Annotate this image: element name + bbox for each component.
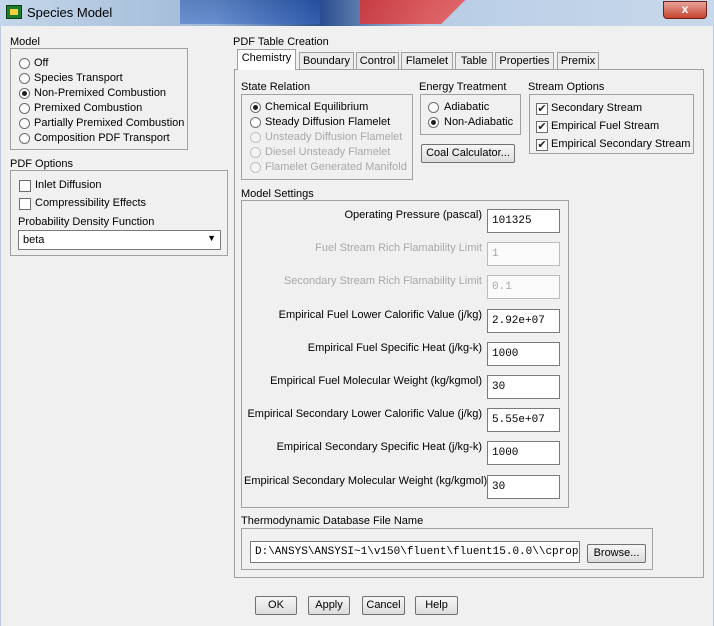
stream-option-label: Empirical Fuel Stream [551,120,660,132]
tab-control[interactable]: Control [356,52,399,70]
state-relation-option-label: Steady Diffusion Flamelet [265,116,391,128]
compressibility-effects-label: Compressibility Effects [35,197,147,209]
stream-option-label: Empirical Secondary Stream [551,138,691,150]
setting-label-empirical-fuel-molecular-weight-kg-kgmol: Empirical Fuel Molecular Weight (kg/kgmo… [270,375,482,387]
setting-input-empirical-secondary-lower-calorific-value-j-kg[interactable]: 5.55e+07 [487,408,560,433]
setting-input-empirical-fuel-specific-heat-j-kg-k[interactable]: 1000 [487,341,560,366]
stream-option-label: Secondary Stream [551,102,643,114]
state-relation-label: State Relation [241,81,311,93]
thermo-database-label: Thermodynamic Database File Name [241,515,424,527]
pdf-options-label: PDF Options [10,158,73,170]
tab-properties[interactable]: Properties [495,52,554,70]
energy-option-label: Non-Adiabatic [444,116,514,128]
inlet-diffusion-checkbox[interactable] [19,180,31,192]
energy-option-label: Adiabatic [444,101,490,113]
state-relation-radio-steady-diffusion-flamelet[interactable] [250,117,261,128]
stream-checkbox-empirical-fuel-stream[interactable]: ✔ [536,121,548,133]
cancel-button[interactable]: Cancel [362,596,405,615]
model-option-label: Species Transport [34,72,123,84]
pdf-function-label: Probability Density Function [18,216,155,228]
model-radio-composition-pdf-transport[interactable] [19,133,30,144]
state-relation-option-label: Diesel Unsteady Flamelet [265,146,391,158]
pdf-table-creation-label: PDF Table Creation [233,36,329,48]
ok-button[interactable]: OK [255,596,297,615]
setting-label-empirical-fuel-lower-calorific-value-j-kg: Empirical Fuel Lower Calorific Value (j/… [278,308,482,321]
model-radio-species-transport[interactable] [19,73,30,84]
energy-treatment-label: Energy Treatment [419,81,507,93]
window-title: Species Model [27,5,113,20]
tab-flamelet[interactable]: Flamelet [401,52,453,70]
setting-input-empirical-fuel-lower-calorific-value-j-kg[interactable]: 2.92e+07 [487,308,560,333]
fluent-app-icon [6,5,22,19]
state-relation-radio-unsteady-diffusion-flamelet[interactable] [250,132,261,143]
state-relation-option-label: Flamelet Generated Manifold [265,161,407,173]
energy-radio-non-adiabatic[interactable] [428,117,439,128]
setting-input-empirical-secondary-molecular-weight-kg-kgmol[interactable]: 30 [487,474,560,499]
model-radio-premixed-combustion[interactable] [19,103,30,114]
setting-input-operating-pressure-pascal[interactable]: 101325 [487,209,560,233]
state-relation-radio-flamelet-generated-manifold[interactable] [250,162,261,173]
setting-input-empirical-secondary-specific-heat-j-kg-k[interactable]: 1000 [487,441,560,466]
setting-label-secondary-stream-rich-flamability-limit: Secondary Stream Rich Flamability Limit [283,275,482,288]
setting-label-empirical-secondary-molecular-weight-kg-kgmol: Empirical Secondary Molecular Weight (kg… [244,474,488,487]
inlet-diffusion-label: Inlet Diffusion [35,179,102,191]
compressibility-effects-checkbox[interactable] [19,198,31,210]
state-relation-option-label: Unsteady Diffusion Flamelet [265,131,403,143]
setting-input-secondary-stream-rich-flamability-limit[interactable]: 0.1 [487,275,560,300]
setting-label-empirical-secondary-lower-calorific-value-j-kg: Empirical Secondary Lower Calorific Valu… [247,408,482,421]
tab-table[interactable]: Table [455,52,493,70]
stream-checkbox-secondary-stream[interactable]: ✔ [536,103,548,115]
close-button[interactable]: x [663,1,707,19]
model-option-label: Premixed Combustion [34,102,143,114]
state-relation-radio-chemical-equilibrium[interactable] [250,102,261,113]
apply-button[interactable]: Apply [308,596,350,615]
model-radio-non-premixed-combustion[interactable] [19,88,30,99]
setting-label-operating-pressure-pascal: Operating Pressure (pascal) [344,209,482,221]
model-option-label: Off [34,57,49,69]
setting-label-empirical-fuel-specific-heat-j-kg-k: Empirical Fuel Specific Heat (j/kg-k) [307,341,482,354]
energy-radio-adiabatic[interactable] [428,102,439,113]
model-radio-partially-premixed-combustion[interactable] [19,118,30,129]
model-group-label: Model [10,36,40,48]
browse-button[interactable]: Browse... [587,544,646,563]
title-bar-background-decoration [360,0,510,24]
setting-input-empirical-fuel-molecular-weight-kg-kgmol[interactable]: 30 [487,375,560,399]
stream-checkbox-empirical-secondary-stream[interactable]: ✔ [536,139,548,151]
state-relation-option-label: Chemical Equilibrium [265,101,369,113]
thermo-database-path-input[interactable]: D:\ANSYS\ANSYSI~1\v150\fluent\fluent15.0… [250,541,580,563]
model-option-label: Partially Premixed Combustion [34,117,185,129]
title-bar-background-decoration [180,0,320,24]
model-option-label: Non-Premixed Combustion [34,87,167,99]
help-button[interactable]: Help [415,596,458,615]
stream-options-label: Stream Options [528,81,605,93]
chevron-down-icon: ▼ [207,233,216,243]
coal-calculator-button[interactable]: Coal Calculator... [421,144,515,163]
model-option-label: Composition PDF Transport [34,132,170,144]
tab-chemistry[interactable]: Chemistry [237,49,296,70]
setting-label-fuel-stream-rich-flamability-limit: Fuel Stream Rich Flamability Limit [315,242,482,255]
pdf-function-dropdown[interactable]: beta ▼ [18,230,221,250]
model-radio-off[interactable] [19,58,30,69]
setting-label-empirical-secondary-specific-heat-j-kg-k: Empirical Secondary Specific Heat (j/kg-… [276,441,482,454]
model-settings-label: Model Settings [241,188,314,200]
pdf-function-value: beta [23,234,45,246]
tab-premix[interactable]: Premix [557,52,599,70]
setting-input-fuel-stream-rich-flamability-limit[interactable]: 1 [487,242,560,267]
tab-boundary[interactable]: Boundary [299,52,354,70]
state-relation-radio-diesel-unsteady-flamelet[interactable] [250,147,261,158]
